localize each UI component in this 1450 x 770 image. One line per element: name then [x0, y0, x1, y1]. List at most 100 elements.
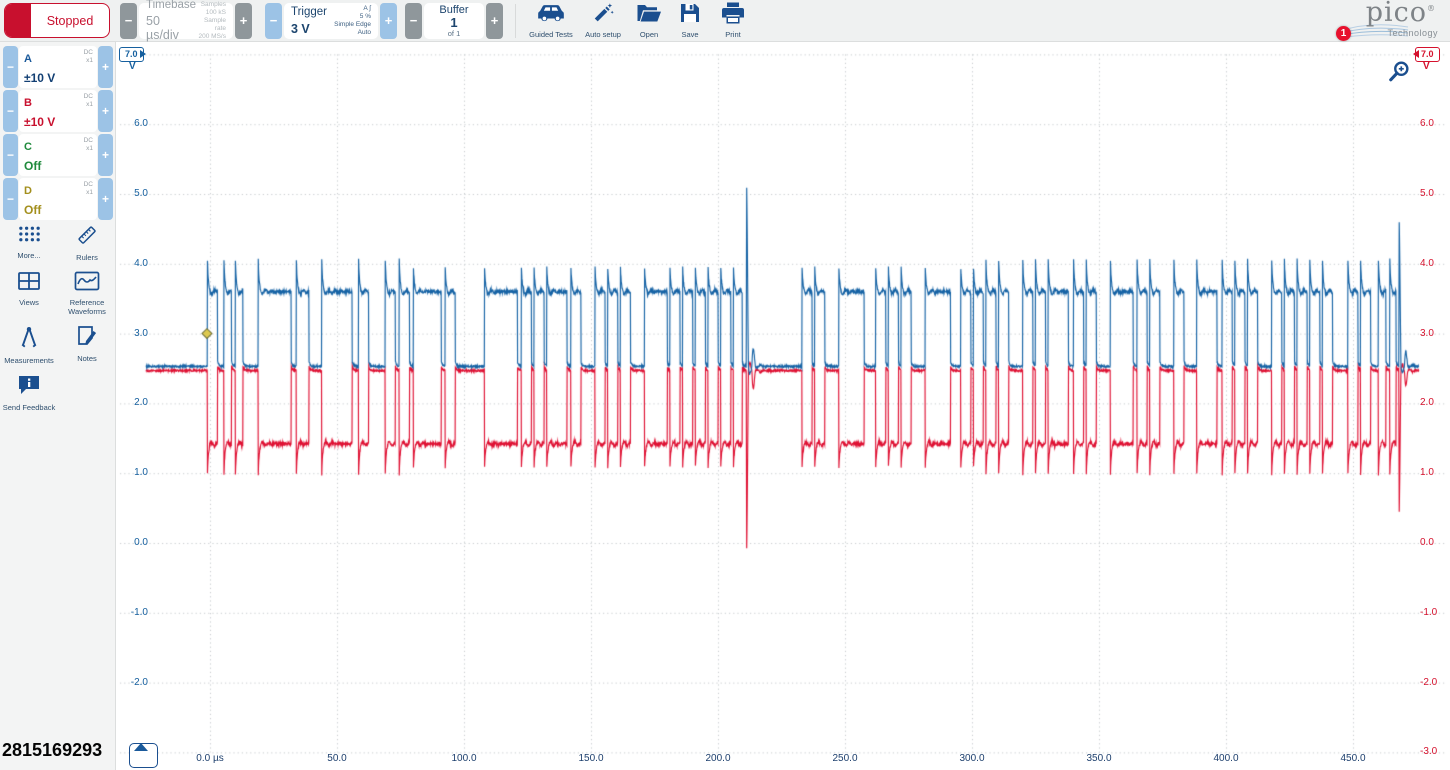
x-axis-tick: 100.0	[436, 753, 492, 764]
y-axis-tick-right: -1.0	[1420, 607, 1446, 618]
channel-a-card[interactable]: A DC x1 ±10 V	[19, 46, 97, 88]
more-label: More...	[17, 251, 40, 260]
timebase-card[interactable]: Timebase 50 µs/div Samples 100 kS Sample…	[139, 3, 233, 39]
channel-b-range: ±10 V	[24, 115, 55, 129]
reference-waveform-icon	[74, 271, 100, 296]
picoscope-window: { "glyphs": {"minus": "−", "plus": "+"},…	[0, 0, 1450, 770]
channel-d-probe: x1	[84, 189, 93, 197]
samples-label: Samples	[196, 1, 226, 9]
timebase-increase-button[interactable]: +	[235, 3, 252, 39]
save-button[interactable]: Save	[669, 2, 711, 39]
buffer-next-button[interactable]: +	[486, 3, 503, 39]
x-axis-tick: 400.0	[1198, 753, 1254, 764]
reference-waveforms-label: Reference Waveforms	[59, 298, 115, 316]
zoom-overview-button[interactable]	[1388, 60, 1410, 89]
timebase-panel: − Timebase 50 µs/div Samples 100 kS Samp…	[120, 3, 252, 39]
buffer-count: of 1	[448, 29, 461, 38]
axis-scroll-handle[interactable]	[129, 743, 158, 768]
notes-icon	[76, 325, 98, 352]
channel-a-increase-button[interactable]: +	[98, 46, 113, 88]
views-label: Views	[19, 298, 39, 307]
calipers-icon	[18, 325, 40, 354]
channel-d-card[interactable]: D DC x1 Off	[19, 178, 97, 220]
channel-c-range: Off	[24, 159, 41, 173]
guided-tests-label: Guided Tests	[529, 30, 573, 39]
guided-tests-button[interactable]: Guided Tests	[525, 2, 577, 39]
buffer-card[interactable]: Buffer 1 of 1	[424, 3, 484, 39]
trigger-decrease-button[interactable]: −	[265, 3, 282, 39]
trigger-panel: − Trigger 3 V A ∫ 5 % Simple Edge Auto +	[265, 3, 397, 39]
trigger-card[interactable]: Trigger 3 V A ∫ 5 % Simple Edge Auto	[284, 3, 378, 39]
print-button[interactable]: Print	[711, 2, 755, 39]
channel-d-increase-button[interactable]: +	[98, 178, 113, 220]
printer-icon	[721, 2, 745, 29]
y-axis-tick-left: 6.0	[122, 118, 148, 129]
y-axis-tick-right: 5.0	[1420, 188, 1446, 199]
samples-value: 100 kS	[196, 9, 226, 17]
x-axis-tick: 150.0	[563, 753, 619, 764]
y-axis-tick-right: 0.0	[1420, 537, 1446, 548]
notification-badge[interactable]: 1	[1336, 26, 1351, 41]
channel-d-panel: − D DC x1 Off +	[3, 178, 113, 220]
trigger-mode: Auto	[334, 29, 371, 37]
channel-c-decrease-button[interactable]: −	[3, 134, 18, 176]
views-grid-icon	[17, 271, 41, 296]
send-feedback-button[interactable]: Send Feedback	[3, 374, 56, 412]
y-axis-tick-left: 0.0	[122, 537, 148, 548]
y-axis-tick-right: 4.0	[1420, 258, 1446, 269]
timebase-decrease-button[interactable]: −	[120, 3, 137, 39]
channel-a-letter: A	[24, 53, 32, 65]
channel-b-decrease-button[interactable]: −	[3, 90, 18, 132]
measurements-label: Measurements	[4, 356, 54, 365]
measurements-button[interactable]: Measurements	[4, 325, 54, 365]
channel-c-increase-button[interactable]: +	[98, 134, 113, 176]
buffer-panel: − Buffer 1 of 1 +	[405, 3, 503, 39]
trigger-type: Simple Edge	[334, 21, 371, 29]
trigger-increase-button[interactable]: +	[380, 3, 397, 39]
open-label: Open	[640, 30, 658, 39]
channel-d-range: Off	[24, 203, 41, 217]
rulers-button[interactable]: Rulers	[75, 224, 99, 262]
auto-setup-button[interactable]: Auto setup	[577, 2, 629, 39]
rulers-label: Rulers	[76, 253, 98, 262]
channel-c-card[interactable]: C DC x1 Off	[19, 134, 97, 176]
folder-open-icon	[636, 2, 662, 29]
timebase-value: 50 µs/div	[146, 14, 196, 42]
timebase-title: Timebase	[146, 0, 196, 11]
trigger-source: A	[363, 5, 367, 12]
channel-b-increase-button[interactable]: +	[98, 90, 113, 132]
toolbar-separator	[515, 4, 516, 38]
more-button[interactable]: More...	[17, 224, 42, 262]
right-axis-top-tag[interactable]: 7.0	[1415, 47, 1440, 62]
trigger-title: Trigger	[291, 6, 327, 18]
sample-rate-value: 200 MS/s	[196, 33, 226, 41]
trigger-level-value: 3 V	[291, 22, 327, 36]
buffer-index: 1	[450, 16, 457, 29]
more-dots-icon	[17, 224, 42, 249]
left-axis-top-tag[interactable]: 7.0	[119, 47, 144, 62]
channel-sidebar: − A DC x1 ±10 V + − B DC x1 ±10 V + − C …	[0, 42, 116, 770]
channel-b-letter: B	[24, 97, 32, 109]
waveform-plot[interactable]	[116, 42, 1450, 770]
notes-button[interactable]: Notes	[76, 325, 98, 365]
channel-b-card[interactable]: B DC x1 ±10 V	[19, 90, 97, 132]
logo-subtitle: Technology	[1387, 28, 1438, 38]
stop-start-button[interactable]: Stopped	[4, 3, 110, 38]
y-axis-tick-left: -1.0	[122, 607, 148, 618]
open-button[interactable]: Open	[629, 2, 669, 39]
sample-rate-label: Sample rate	[196, 17, 226, 33]
channel-c-panel: − C DC x1 Off +	[3, 134, 113, 176]
reference-waveforms-button[interactable]: Reference Waveforms	[59, 271, 115, 316]
channel-b-coupling: DC	[84, 93, 93, 101]
buffer-previous-button[interactable]: −	[405, 3, 422, 39]
x-axis-tick: 450.0	[1325, 753, 1381, 764]
top-toolbar: Stopped − Timebase 50 µs/div Samples 100…	[0, 0, 1450, 42]
channel-a-range: ±10 V	[24, 71, 55, 85]
serial-watermark: 2815169293	[2, 740, 102, 761]
auto-setup-label: Auto setup	[585, 30, 621, 39]
x-axis-tick: 200.0	[690, 753, 746, 764]
views-button[interactable]: Views	[17, 271, 41, 316]
channel-d-decrease-button[interactable]: −	[3, 178, 18, 220]
channel-a-decrease-button[interactable]: −	[3, 46, 18, 88]
y-axis-tick-right: 2.0	[1420, 397, 1446, 408]
